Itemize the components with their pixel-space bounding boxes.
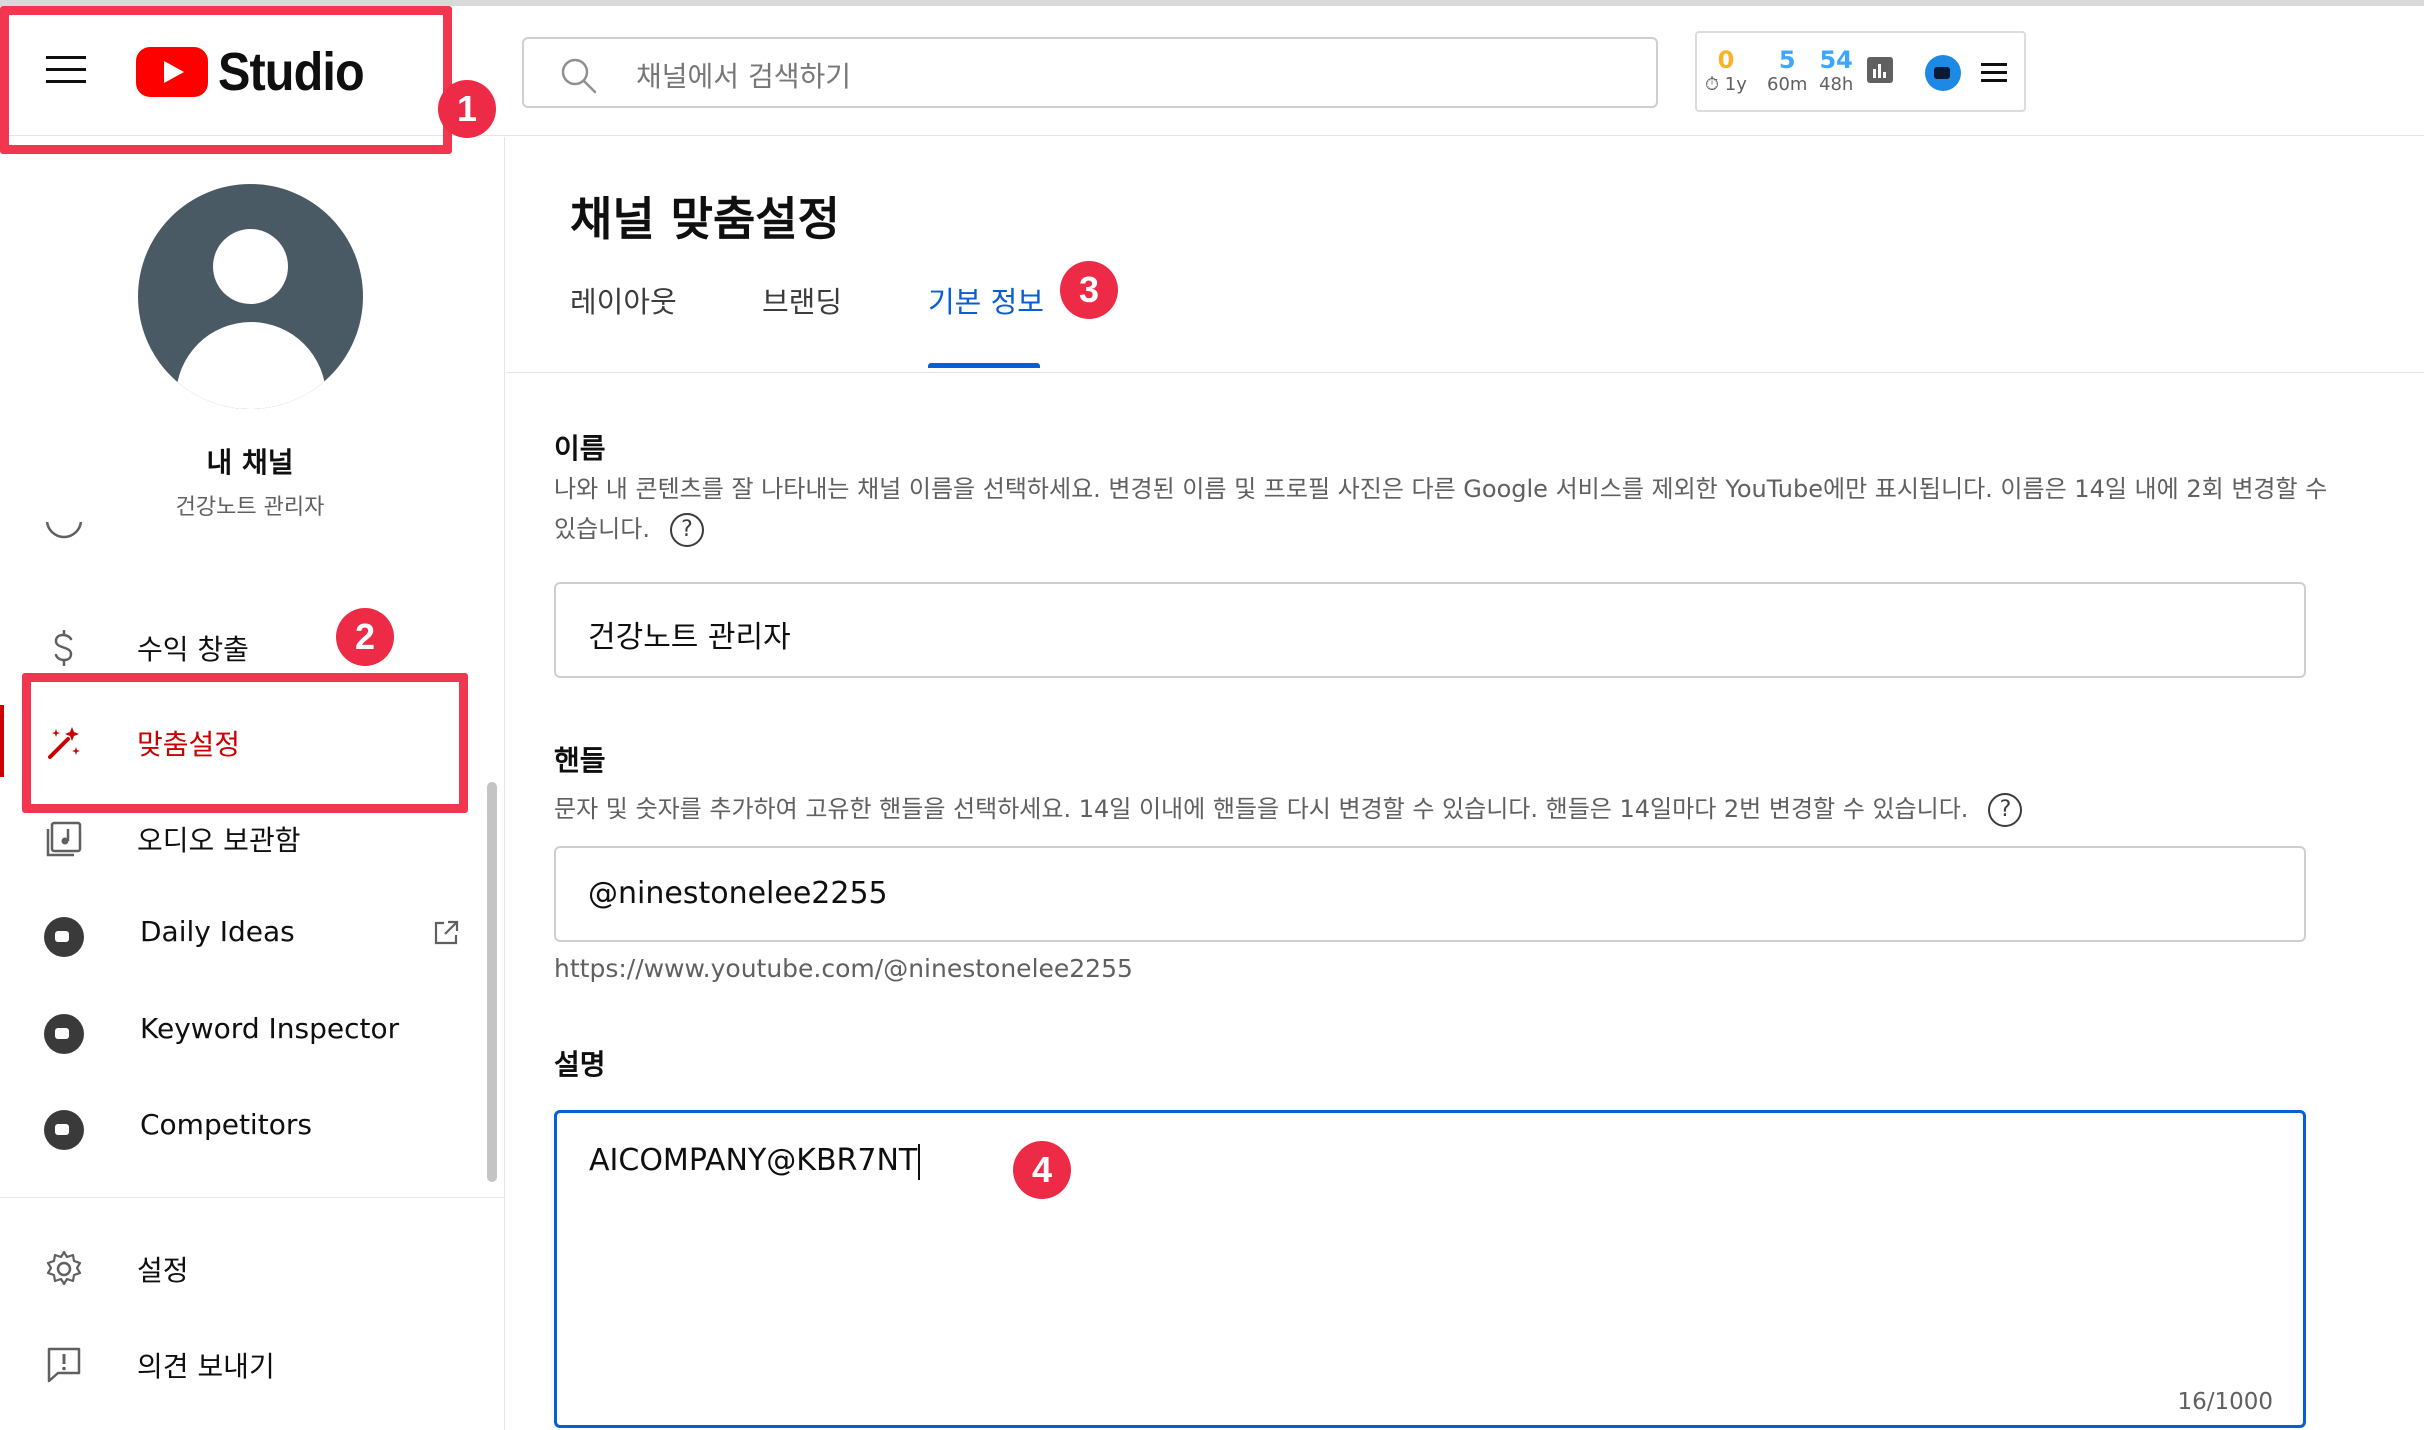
gear-icon <box>46 1250 82 1286</box>
youtube-studio-logo[interactable]: Studio <box>136 44 380 100</box>
stat-label: ⏱ 1y <box>1705 74 1747 95</box>
sidebar-item-label: Keyword Inspector <box>140 1012 400 1045</box>
sidebar: 내 채널 건강노트 관리자 수익 창출 맞춤설정 오디오 보관함 Daily I… <box>0 137 505 1430</box>
stat-60m: 5 60m <box>1767 47 1807 97</box>
sidebar-item-label: 설정 <box>137 1254 189 1287</box>
handle-field-value: @ninestonelee2255 <box>588 876 888 911</box>
vidiq-stats-widget[interactable]: 0 ⏱ 1y 5 60m 54 48h <box>1695 31 2026 112</box>
handle-section-description: 문자 및 숫자를 추가하여 고유한 핸들을 선택하세요. 14일 이내에 핸들을… <box>554 789 2384 829</box>
handle-description-text: 문자 및 숫자를 추가하여 고유한 핸들을 선택하세요. 14일 이내에 핸들을… <box>554 795 1969 823</box>
vidiq-icon <box>44 917 84 957</box>
analytics-icon[interactable] <box>1867 57 1893 83</box>
annotation-badge-3: 3 <box>1060 261 1118 319</box>
main-content: 채널 맞춤설정 레이아웃 브랜딩 기본 정보 이름 나와 내 콘텐츠를 잘 나타… <box>506 137 2424 1430</box>
channel-avatar[interactable] <box>138 184 363 409</box>
channel-subtitle: 건강노트 관리자 <box>175 495 325 520</box>
external-link-icon[interactable] <box>432 919 460 947</box>
sidebar-item-settings[interactable]: 설정 <box>0 1231 480 1303</box>
channel-name: 내 채널 <box>206 446 294 479</box>
description-section-title: 설명 <box>554 1048 606 1081</box>
tab-basic-info[interactable]: 기본 정보 <box>928 279 1044 321</box>
stat-value: 5 <box>1778 46 1796 74</box>
logo-text: Studio <box>218 42 365 102</box>
youtube-play-icon <box>136 47 208 97</box>
text-caret <box>918 1143 921 1180</box>
description-value: AICOMPANY@KBR7NT <box>589 1143 921 1180</box>
sidebar-item-label: 맞춤설정 <box>137 728 241 761</box>
help-icon[interactable]: ? <box>669 513 704 547</box>
page-title: 채널 맞춤설정 <box>570 192 840 246</box>
dollar-icon <box>54 630 73 666</box>
annotation-badge-1: 1 <box>438 80 496 138</box>
stat-label: 60m <box>1767 74 1808 95</box>
sidebar-item-label: 오디오 보관함 <box>137 824 301 857</box>
name-field-value: 건강노트 관리자 <box>588 620 791 655</box>
name-section-title: 이름 <box>554 432 606 465</box>
sidebar-divider <box>0 1197 505 1198</box>
character-counter: 16/1000 <box>2177 1389 2273 1415</box>
handle-field[interactable]: @ninestonelee2255 <box>554 846 2306 942</box>
description-text: AICOMPANY@KBR7NT <box>589 1143 918 1178</box>
sidebar-item-daily-ideas[interactable]: Daily Ideas <box>0 897 480 969</box>
name-field[interactable]: 건강노트 관리자 <box>554 582 2306 678</box>
vidiq-icon <box>44 1110 84 1150</box>
active-tab-underline <box>928 363 1040 368</box>
search-icon <box>561 58 597 94</box>
sidebar-item-customization[interactable]: 맞춤설정 <box>0 705 480 777</box>
sidebar-scrollbar[interactable] <box>487 782 497 1182</box>
sidebar-item-audio-library[interactable]: 오디오 보관함 <box>0 801 480 873</box>
stat-1y: 0 ⏱ 1y <box>1705 47 1747 97</box>
sidebar-item-label: Competitors <box>140 1108 312 1141</box>
copyright-icon <box>45 522 83 539</box>
top-header: Studio 채널에서 검색하기 0 ⏱ 1y 5 60m 54 48h <box>0 0 2424 136</box>
tab-layout[interactable]: 레이아웃 <box>570 279 677 321</box>
stat-48h: 54 48h <box>1819 47 1853 97</box>
tab-branding[interactable]: 브랜딩 <box>762 279 842 321</box>
sidebar-item-label: 의견 보내기 <box>137 1350 275 1383</box>
hamburger-menu-icon[interactable] <box>46 56 86 84</box>
sidebar-item-label: Daily Ideas <box>140 915 295 948</box>
widget-menu-icon[interactable] <box>1981 61 2007 83</box>
sidebar-item-feedback[interactable]: 의견 보내기 <box>0 1327 480 1399</box>
handle-url: https://www.youtube.com/@ninestonelee225… <box>554 954 1133 983</box>
handle-section-title: 핸들 <box>554 744 606 777</box>
stat-value: 0 <box>1717 46 1735 74</box>
sidebar-item-keyword-inspector[interactable]: Keyword Inspector <box>0 994 480 1066</box>
active-indicator <box>0 705 4 777</box>
magic-wand-icon <box>48 727 80 759</box>
annotation-badge-4: 4 <box>1013 1141 1071 1199</box>
search-placeholder: 채널에서 검색하기 <box>636 60 851 93</box>
feedback-icon <box>47 1347 81 1383</box>
description-textarea[interactable]: AICOMPANY@KBR7NT 16/1000 <box>554 1110 2306 1428</box>
help-icon[interactable]: ? <box>1988 793 2023 827</box>
stat-label: 48h <box>1819 74 1854 95</box>
audio-library-icon <box>46 821 82 857</box>
sidebar-item-monetization[interactable]: 수익 창출 <box>0 610 480 682</box>
sidebar-item-clipped[interactable] <box>0 522 480 562</box>
vidiq-icon <box>44 1014 84 1054</box>
name-section-description: 나와 내 콘텐츠를 잘 나타내는 채널 이름을 선택하세요. 변경된 이름 및 … <box>554 469 2354 549</box>
name-description-text: 나와 내 콘텐츠를 잘 나타내는 채널 이름을 선택하세요. 변경된 이름 및 … <box>554 475 2328 543</box>
sidebar-item-competitors[interactable]: Competitors <box>0 1090 480 1162</box>
search-input[interactable]: 채널에서 검색하기 <box>522 37 1658 108</box>
vidiq-logo-icon[interactable] <box>1925 55 1961 91</box>
window-top-edge <box>0 0 2424 6</box>
annotation-badge-2: 2 <box>336 608 394 666</box>
sidebar-item-label: 수익 창출 <box>137 633 249 666</box>
stat-value: 54 <box>1819 46 1853 74</box>
